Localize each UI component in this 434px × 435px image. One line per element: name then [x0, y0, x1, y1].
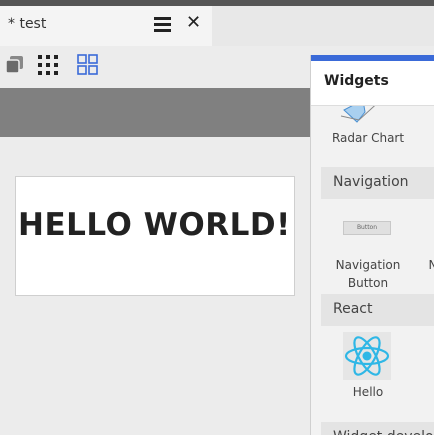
dots-grid-icon[interactable] [37, 54, 59, 76]
nav-button-label-line1: Navigation [335, 258, 401, 272]
panel-title: Widgets [324, 73, 389, 89]
widget-label-cut-off[interactable]: N [428, 256, 434, 274]
widget-label-navigation-button[interactable]: Navigation Button [328, 256, 408, 292]
label-widget[interactable]: HELLO WORLD! [15, 176, 295, 296]
panel-accent-bar [311, 55, 434, 61]
widgets-panel: Widgets Radar Chart Navigation Button Na… [310, 55, 434, 435]
navigation-button-preview-text: Button [356, 224, 378, 231]
widget-label-hello[interactable]: Hello [328, 383, 408, 401]
section-widget-development[interactable]: Widget develo [321, 422, 434, 435]
hello-world-text: HELLO WORLD! [18, 207, 291, 243]
radar-chart-icon[interactable] [339, 106, 389, 128]
tab-title: * test [8, 16, 47, 32]
close-icon[interactable]: ✕ [186, 14, 201, 32]
top-bar: * test ✕ [0, 0, 434, 46]
nav-button-label-line2: Button [347, 276, 389, 290]
gray-header-band [0, 88, 310, 137]
section-navigation[interactable]: Navigation [321, 167, 434, 199]
document-tab[interactable]: * test ✕ [0, 6, 212, 46]
navigation-button-preview[interactable]: Button [343, 221, 391, 235]
react-icon[interactable] [343, 332, 391, 380]
hamburger-menu-icon[interactable] [154, 17, 172, 33]
layers-icon[interactable] [4, 54, 26, 76]
layout-grid-icon[interactable] [77, 54, 99, 76]
widget-label-radar-chart[interactable]: Radar Chart [328, 129, 408, 147]
widgets-list[interactable]: Radar Chart Navigation Button Navigation… [311, 106, 434, 435]
section-react[interactable]: React [321, 294, 434, 326]
toolbar [0, 46, 310, 88]
